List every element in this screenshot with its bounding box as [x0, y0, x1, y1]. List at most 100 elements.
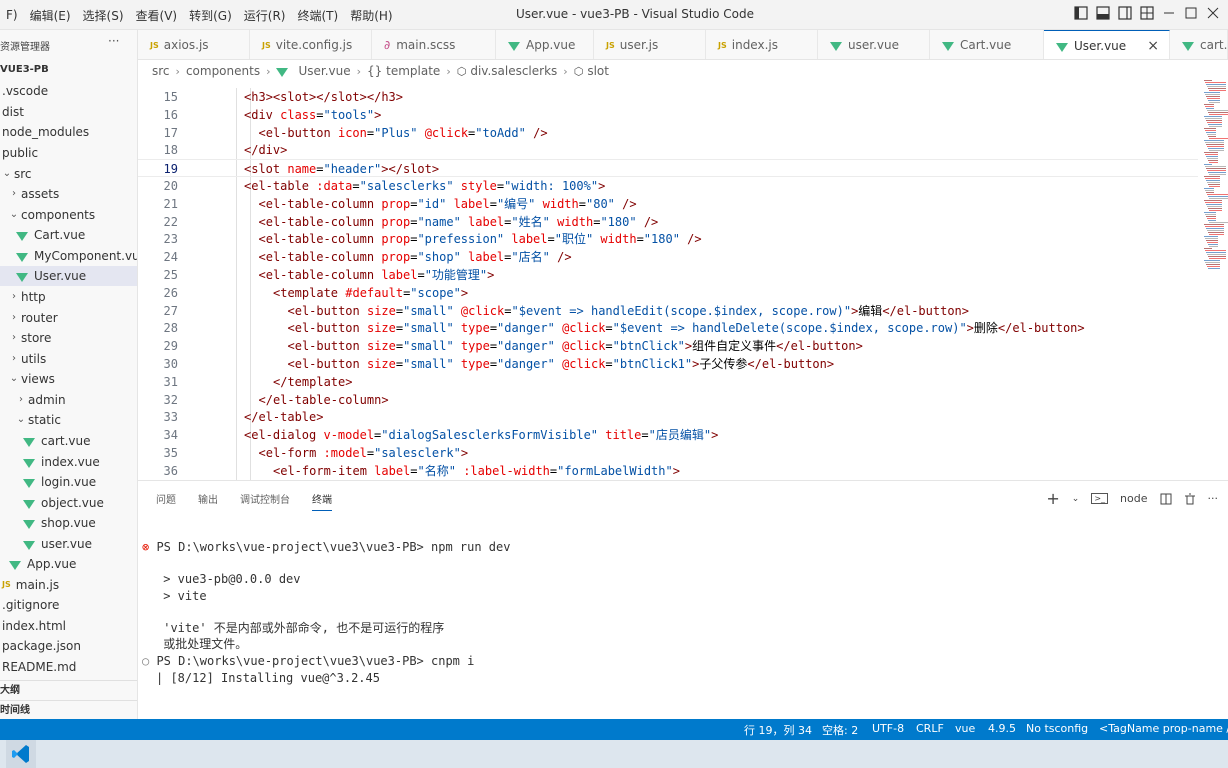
line-ending[interactable]: CRLF — [916, 722, 944, 735]
code-line[interactable]: 22 <el-table-column prop="name" label="姓名… — [138, 213, 1198, 231]
menu-view[interactable]: 查看(V) — [130, 7, 184, 24]
menu-run[interactable]: 运行(R) — [238, 7, 292, 24]
code-line[interactable]: 25 <el-table-column label="功能管理"> — [138, 266, 1198, 284]
tree-item[interactable]: .vscode — [0, 81, 137, 101]
code-line[interactable]: 21 <el-table-column prop="id" label="编号" … — [138, 195, 1198, 213]
toggle-sidebar-icon[interactable] — [1074, 6, 1088, 20]
code-line[interactable]: 23 <el-table-column prop="prefession" lab… — [138, 230, 1198, 248]
vscode-taskbar-icon[interactable] — [6, 740, 36, 768]
tree-item[interactable]: MyComponent.vue — [0, 246, 137, 266]
tree-item[interactable]: README.md — [0, 657, 137, 677]
tree-item[interactable]: user.vue — [0, 534, 137, 554]
tagname-status[interactable]: <TagName prop-name /> — [1099, 722, 1228, 735]
tree-item[interactable]: User.vue — [0, 266, 137, 286]
minimize-icon[interactable] — [1162, 6, 1176, 20]
customize-layout-icon[interactable] — [1140, 6, 1154, 20]
code-line[interactable]: 17 <el-button icon="Plus" @click="toAdd" … — [138, 124, 1198, 142]
menu-help[interactable]: 帮助(H) — [344, 7, 398, 24]
editor-tab[interactable]: Cart.vue — [930, 30, 1044, 59]
code-line[interactable]: 15 <h3><slot></slot></h3> — [138, 88, 1198, 106]
tree-item[interactable]: › router — [0, 308, 137, 328]
menu-terminal[interactable]: 终端(T) — [291, 7, 344, 24]
close-icon[interactable]: × — [1147, 38, 1159, 54]
code-editor[interactable]: 15 <h3><slot></slot></h3> 16 <div class="to… — [138, 88, 1198, 480]
tree-item[interactable]: node_modules — [0, 122, 137, 142]
code-line[interactable]: 33 </el-table> — [138, 408, 1198, 426]
tree-item[interactable]: › assets — [0, 184, 137, 204]
tree-item[interactable]: package.json — [0, 636, 137, 656]
tree-item[interactable]: App.vue — [0, 554, 137, 574]
cursor-position[interactable]: 行 19，列 34 — [744, 722, 812, 738]
breadcrumb-src[interactable]: src — [152, 64, 170, 78]
maximize-icon[interactable] — [1184, 6, 1198, 20]
code-line[interactable]: 19 <slot name="header"></slot> — [138, 159, 1198, 178]
code-line[interactable]: 34 <el-dialog v-model="dialogSalesclerksF… — [138, 426, 1198, 444]
language-mode[interactable]: vue — [955, 722, 975, 735]
toggle-panel-icon[interactable] — [1096, 6, 1110, 20]
code-line[interactable]: 16 <div class="tools"> — [138, 106, 1198, 124]
breadcrumb-template[interactable]: {} template — [367, 64, 440, 78]
tree-item[interactable]: index.vue — [0, 452, 137, 472]
encoding[interactable]: UTF-8 — [872, 722, 904, 735]
tree-item[interactable]: login.vue — [0, 472, 137, 492]
tree-item[interactable]: dist — [0, 102, 137, 122]
tsconfig-status[interactable]: No tsconfig — [1026, 722, 1088, 735]
breadcrumb-file[interactable]: User.vue — [298, 64, 350, 78]
code-line[interactable]: 29 <el-button size="small" type="danger" … — [138, 337, 1198, 355]
tree-item[interactable]: shop.vue — [0, 513, 137, 533]
minimap[interactable] — [1202, 80, 1228, 280]
breadcrumb-components[interactable]: components — [186, 64, 260, 78]
editor-tab[interactable]: cart.v — [1170, 30, 1228, 59]
tree-item[interactable]: Cart.vue — [0, 225, 137, 245]
editor-tab[interactable]: App.vue — [496, 30, 594, 59]
code-line[interactable]: 18 </div> — [138, 141, 1198, 159]
menu-file[interactable]: F) — [0, 8, 24, 22]
tree-item[interactable]: › http — [0, 287, 137, 307]
editor-tab[interactable]: JS index.js — [706, 30, 818, 59]
code-line[interactable]: 28 <el-button size="small" type="danger" … — [138, 319, 1198, 337]
editor-tab[interactable]: JS user.js — [594, 30, 706, 59]
menu-selection[interactable]: 选择(S) — [77, 7, 130, 24]
code-line[interactable]: 27 <el-button size="small" @click="$event… — [138, 302, 1198, 320]
code-line[interactable]: 30 <el-button size="small" type="danger" … — [138, 355, 1198, 373]
menu-go[interactable]: 转到(G) — [183, 7, 238, 24]
more-actions-icon[interactable]: ··· — [108, 34, 119, 48]
editor-tab[interactable]: ∂ main.scss — [372, 30, 496, 59]
tree-item[interactable]: .gitignore — [0, 595, 137, 615]
editor-tab[interactable]: JS vite.config.js — [250, 30, 372, 59]
tree-item[interactable]: ⌄ src — [0, 164, 137, 184]
minimap-line — [1208, 88, 1226, 89]
code-line[interactable]: 26 <template #default="scope"> — [138, 284, 1198, 302]
tree-item[interactable]: ⌄ static — [0, 410, 137, 430]
editor-tab[interactable]: User.vue × — [1044, 30, 1170, 59]
terminal[interactable]: ⊗ PS D:\works\vue-project\vue3\vue3-PB> … — [138, 481, 1228, 720]
close-window-icon[interactable] — [1206, 6, 1220, 20]
tree-item[interactable]: ⌄ views — [0, 369, 137, 389]
breadcrumb-slot[interactable]: slot — [587, 64, 609, 78]
tree-item[interactable]: VUE3-PB — [0, 60, 137, 80]
breadcrumb-div[interactable]: div.salesclerks — [470, 64, 557, 78]
tree-item[interactable]: JS main.js — [0, 575, 137, 595]
editor-tab[interactable]: user.vue — [818, 30, 930, 59]
tree-item[interactable]: cart.vue — [0, 431, 137, 451]
tree-item[interactable]: public — [0, 143, 137, 163]
tree-item[interactable]: object.vue — [0, 493, 137, 513]
code-line[interactable]: 32 </el-table-column> — [138, 391, 1198, 409]
code-line[interactable]: 31 </template> — [138, 373, 1198, 391]
menu-edit[interactable]: 编辑(E) — [24, 7, 77, 24]
ts-version[interactable]: 4.9.5 — [988, 722, 1016, 735]
tree-item[interactable]: › admin — [0, 390, 137, 410]
tree-item[interactable]: ⌄ components — [0, 205, 137, 225]
code-line[interactable]: 36 <el-form-item label="名称" :label-width=… — [138, 462, 1198, 480]
toggle-secondary-sidebar-icon[interactable] — [1118, 6, 1132, 20]
editor-tab[interactable]: JS axios.js — [138, 30, 250, 59]
tree-item[interactable]: index.html — [0, 616, 137, 636]
code-line[interactable]: 35 <el-form :model="salesclerk"> — [138, 444, 1198, 462]
code-line[interactable]: 20 <el-table :data="salesclerks" style="w… — [138, 177, 1198, 195]
indentation[interactable]: 空格: 2 — [822, 722, 858, 738]
tree-item[interactable]: › store — [0, 328, 137, 348]
code-line[interactable]: 24 <el-table-column prop="shop" label="店名… — [138, 248, 1198, 266]
outline-section[interactable]: 大纲 — [0, 680, 137, 700]
timeline-section[interactable]: 时间线 — [0, 700, 137, 719]
tree-item[interactable]: › utils — [0, 349, 137, 369]
